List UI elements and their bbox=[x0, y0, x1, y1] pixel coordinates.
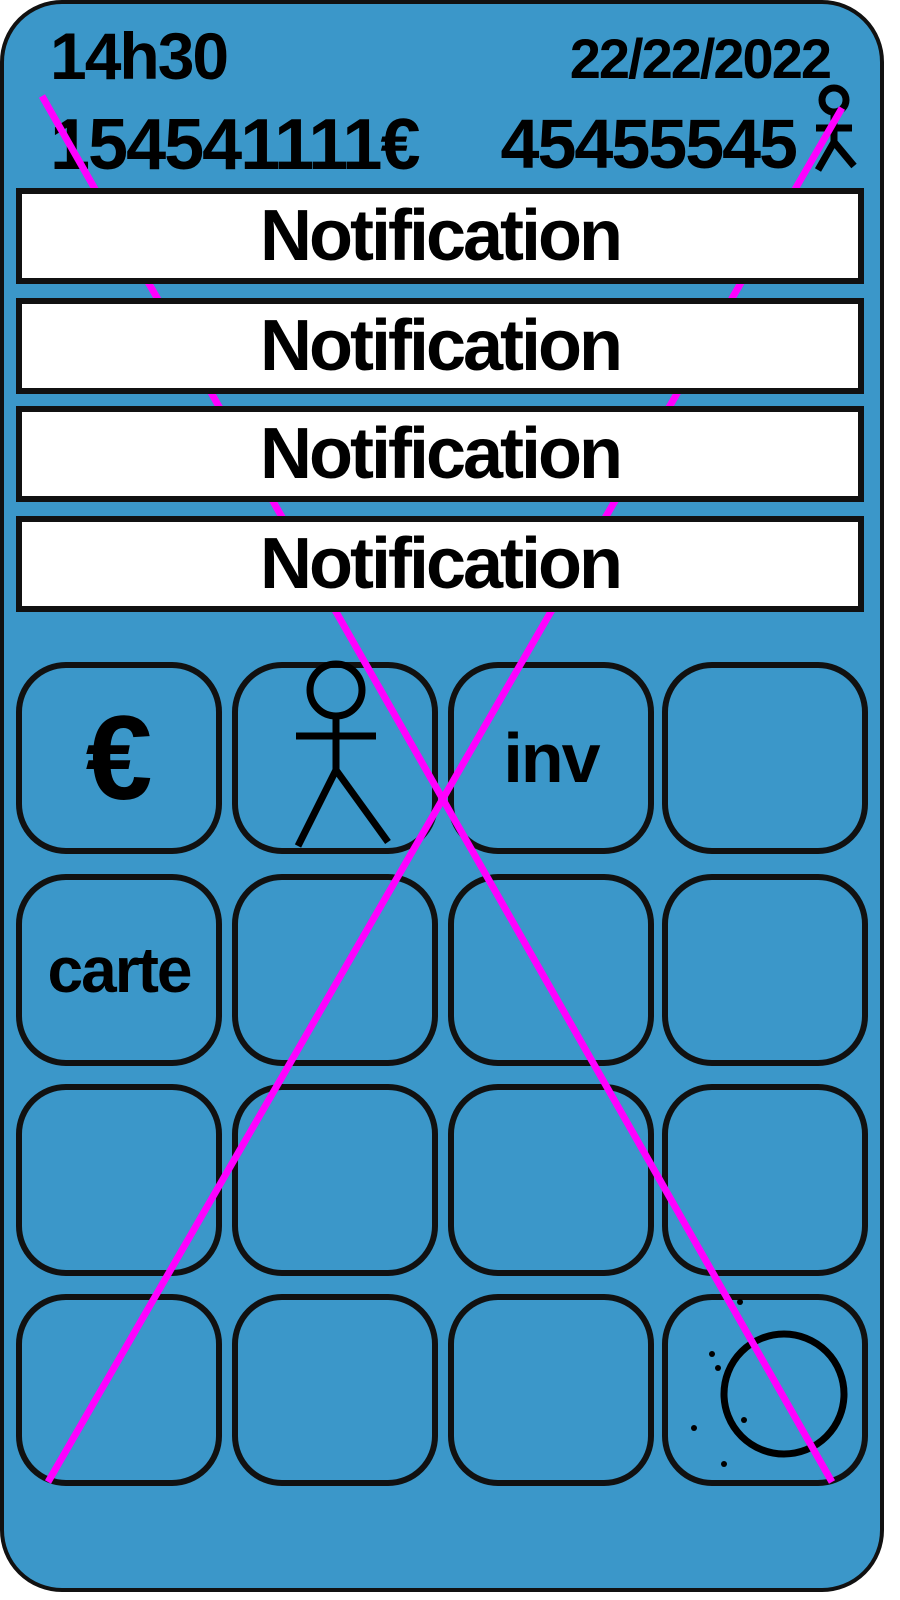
empty-app-button[interactable] bbox=[232, 1084, 438, 1276]
empty-app-button[interactable] bbox=[448, 1294, 654, 1486]
empty-app-button[interactable] bbox=[16, 1084, 222, 1276]
home-button[interactable] bbox=[662, 1294, 868, 1486]
people-app-button[interactable] bbox=[232, 660, 438, 854]
empty-app-button[interactable] bbox=[232, 874, 438, 1066]
notification-item[interactable]: Notification bbox=[16, 298, 864, 394]
population-counter: 45455545 bbox=[500, 105, 798, 183]
empty-app-button[interactable] bbox=[662, 1084, 868, 1276]
empty-app-button[interactable] bbox=[448, 874, 654, 1066]
person-icon-large bbox=[294, 660, 391, 848]
notification-item[interactable]: Notification bbox=[16, 406, 864, 502]
circle-icon bbox=[691, 1299, 848, 1467]
person-icon bbox=[814, 84, 857, 172]
notification-item[interactable]: Notification bbox=[16, 516, 864, 612]
empty-app-button[interactable] bbox=[448, 1084, 654, 1276]
empty-app-button[interactable] bbox=[662, 874, 868, 1066]
notification-item[interactable]: Notification bbox=[16, 188, 864, 284]
money-app-button[interactable]: € bbox=[16, 662, 222, 854]
inventory-app-button[interactable]: inv bbox=[448, 662, 654, 854]
clock-time: 14h30 bbox=[50, 19, 229, 93]
money-counter: 154541111€ bbox=[50, 105, 421, 185]
empty-app-button[interactable] bbox=[16, 1294, 222, 1486]
empty-app-button[interactable] bbox=[662, 662, 868, 854]
map-app-button[interactable]: carte bbox=[16, 874, 222, 1066]
date-display: 22/22/2022 bbox=[569, 27, 832, 90]
phone-screen: 14h30 22/22/2022 154541111€ 45455545 Not… bbox=[0, 0, 884, 1592]
empty-app-button[interactable] bbox=[232, 1294, 438, 1486]
